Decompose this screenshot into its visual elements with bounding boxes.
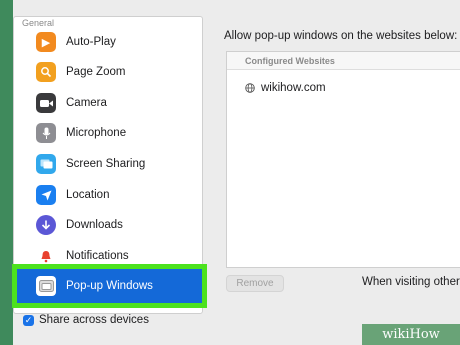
share-label: Share across devices: [39, 314, 149, 326]
sidebar-item-microphone[interactable]: Microphone: [22, 120, 192, 146]
page-zoom-icon: [36, 62, 56, 82]
globe-icon: [245, 83, 255, 93]
sidebar-section-general: General: [22, 18, 55, 28]
sidebar-item-notifications[interactable]: Notifications: [22, 243, 192, 269]
site-name: wikihow.com: [261, 82, 326, 94]
column-header-label: Configured Websites: [245, 56, 335, 66]
sidebar-item-auto-play[interactable]: ▶ Auto-Play: [22, 29, 192, 55]
sidebar-item-label: Pop-up Windows: [66, 280, 153, 292]
sidebar-item-camera[interactable]: Camera: [22, 90, 192, 116]
sidebar-item-label: Notifications: [66, 250, 129, 262]
sidebar-item-screen-sharing[interactable]: Screen Sharing: [22, 151, 192, 177]
downloads-icon: [36, 215, 56, 235]
sidebar-item-page-zoom[interactable]: Page Zoom: [22, 59, 192, 85]
sidebar-item-location[interactable]: Location: [22, 182, 192, 208]
camera-icon: [36, 93, 56, 113]
column-header[interactable]: Configured Websites: [227, 52, 460, 70]
sidebar-item-label: Camera: [66, 97, 107, 109]
sidebar-item-downloads[interactable]: Downloads: [22, 212, 192, 238]
wikihow-watermark: wikiHow: [362, 324, 460, 345]
sidebar-item-label: Location: [66, 189, 110, 201]
configured-websites-list[interactable]: Configured Websites wikihow.com: [226, 51, 460, 268]
popup-settings-title: Allow pop-up windows on the websites bel…: [224, 30, 458, 42]
microphone-icon: [36, 123, 56, 143]
screen-sharing-icon: [36, 154, 56, 174]
sidebar-item-pop-up-windows[interactable]: Pop-up Windows: [12, 264, 207, 308]
location-icon: [36, 185, 56, 205]
pop-up-windows-icon: [36, 276, 56, 296]
sidebar-item-label: Downloads: [66, 219, 123, 231]
notifications-icon: [36, 246, 56, 266]
visiting-other-label: When visiting other: [362, 276, 460, 288]
share-across-devices[interactable]: ✓ Share across devices: [23, 314, 149, 326]
remove-button[interactable]: Remove: [226, 275, 284, 292]
sidebar-item-label: Auto-Play: [66, 36, 116, 48]
list-item[interactable]: wikihow.com: [245, 82, 326, 94]
sidebar-item-label: Screen Sharing: [66, 158, 146, 170]
sidebar-item-label: Microphone: [66, 127, 127, 139]
sidebar-item-label: Page Zoom: [66, 66, 126, 78]
share-checkbox[interactable]: ✓: [23, 314, 34, 326]
auto-play-icon: ▶: [36, 32, 56, 52]
